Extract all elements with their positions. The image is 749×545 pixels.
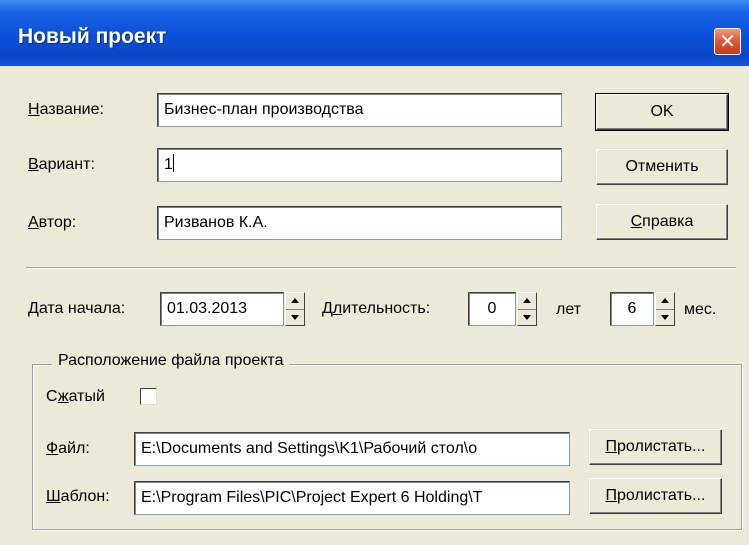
spin-down-button[interactable] (518, 309, 536, 326)
variant-label: Вариант: (28, 156, 95, 173)
file-location-group-title: Расположение файла проекта (52, 352, 290, 370)
separator (26, 267, 736, 269)
browse-template-button[interactable]: Пролистать... (589, 478, 722, 514)
duration-years-field[interactable]: 0 (468, 292, 516, 326)
arrow-down-icon (523, 315, 531, 320)
file-path-field[interactable]: E:\Documents and Settings\K1\Рабочий сто… (134, 432, 570, 466)
window-title: Новый проект (18, 25, 167, 48)
start-date-label: Дата начала: (28, 300, 126, 317)
text-caret (172, 154, 174, 172)
name-field[interactable]: Бизнес-план производства (157, 93, 562, 127)
spin-down-button[interactable] (286, 309, 304, 326)
months-spinner[interactable] (655, 292, 675, 326)
spin-up-button[interactable] (656, 293, 674, 309)
compressed-checkbox[interactable] (140, 388, 157, 405)
close-icon: ✕ (719, 30, 736, 53)
browse-file-button[interactable]: Пролистать... (589, 429, 722, 465)
help-button[interactable]: Справка (596, 204, 728, 240)
duration-label: Длительность: (322, 300, 431, 317)
arrow-up-icon (523, 298, 531, 303)
title-bar[interactable]: Новый проект ✕ (0, 0, 749, 66)
arrow-down-icon (291, 315, 299, 320)
template-label: Шаблон: (46, 488, 110, 505)
months-unit-label: мес. (684, 301, 717, 318)
spin-up-button[interactable] (286, 293, 304, 309)
cancel-button[interactable]: Отменить (596, 149, 728, 185)
arrow-up-icon (661, 298, 669, 303)
ok-button[interactable]: OK (595, 93, 729, 131)
arrow-up-icon (291, 298, 299, 303)
variant-field[interactable]: 1 (157, 148, 562, 182)
spin-down-button[interactable] (656, 309, 674, 326)
start-date-spinner[interactable] (285, 292, 305, 326)
template-path-field[interactable]: E:\Program Files\PIC\Project Expert 6 Ho… (134, 481, 570, 515)
arrow-down-icon (661, 315, 669, 320)
duration-months-field[interactable]: 6 (610, 292, 654, 326)
close-button[interactable]: ✕ (714, 28, 741, 55)
name-label: Название: (28, 101, 104, 118)
author-label: Автор: (28, 214, 77, 231)
author-field[interactable]: Ризванов К.А. (157, 206, 562, 240)
start-date-field[interactable]: 01.03.2013 (160, 292, 284, 326)
compressed-label: Сжатый (46, 388, 105, 405)
years-unit-label: лет (556, 301, 582, 318)
file-label: Файл: (46, 440, 90, 457)
spin-up-button[interactable] (518, 293, 536, 309)
years-spinner[interactable] (517, 292, 537, 326)
